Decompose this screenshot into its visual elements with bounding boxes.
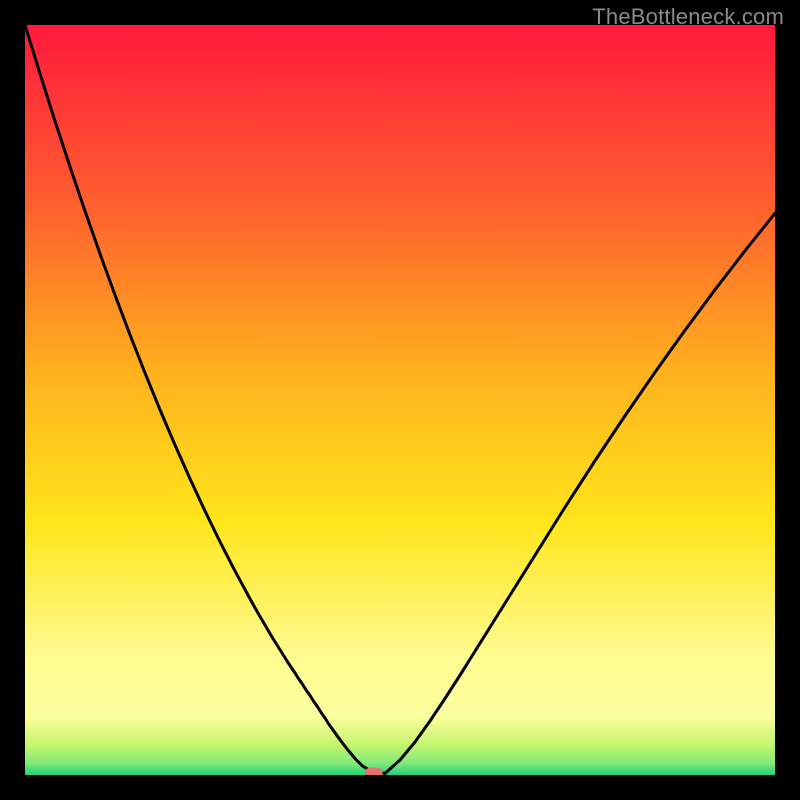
- watermark-text: TheBottleneck.com: [592, 4, 784, 30]
- gradient-background: [25, 25, 775, 775]
- plot-area: [25, 25, 775, 775]
- bottleneck-chart: [25, 25, 775, 775]
- chart-frame: TheBottleneck.com: [0, 0, 800, 800]
- optimum-marker: [365, 768, 383, 775]
